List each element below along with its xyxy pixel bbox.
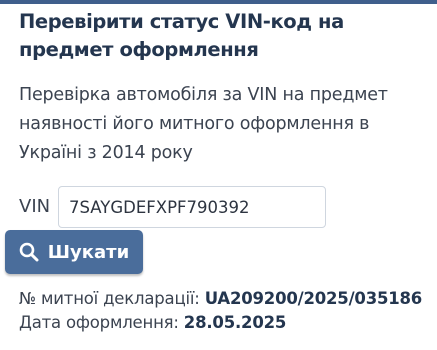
vin-label: VIN	[19, 196, 51, 217]
page-description: Перевірка автомобіля за VIN на предмет н…	[19, 85, 388, 163]
clearance-date-row: Дата оформлення: 28.05.2025	[19, 312, 286, 334]
declaration-number-row: № митної декларації: UA209200/2025/03518…	[19, 288, 422, 310]
search-icon	[19, 242, 39, 262]
search-button[interactable]: Шукати	[5, 230, 143, 274]
vin-input[interactable]	[58, 186, 326, 228]
declaration-number-value: UA209200/2025/035186	[204, 289, 423, 308]
clearance-date-value: 28.05.2025	[183, 313, 287, 332]
search-button-label: Шукати	[47, 241, 130, 263]
top-divider	[0, 0, 437, 4]
clearance-date-label: Дата оформлення:	[19, 313, 179, 332]
declaration-number-label: № митної декларації:	[19, 289, 200, 308]
page-title: Перевірити статус VIN-код на предмет офо…	[19, 10, 344, 61]
